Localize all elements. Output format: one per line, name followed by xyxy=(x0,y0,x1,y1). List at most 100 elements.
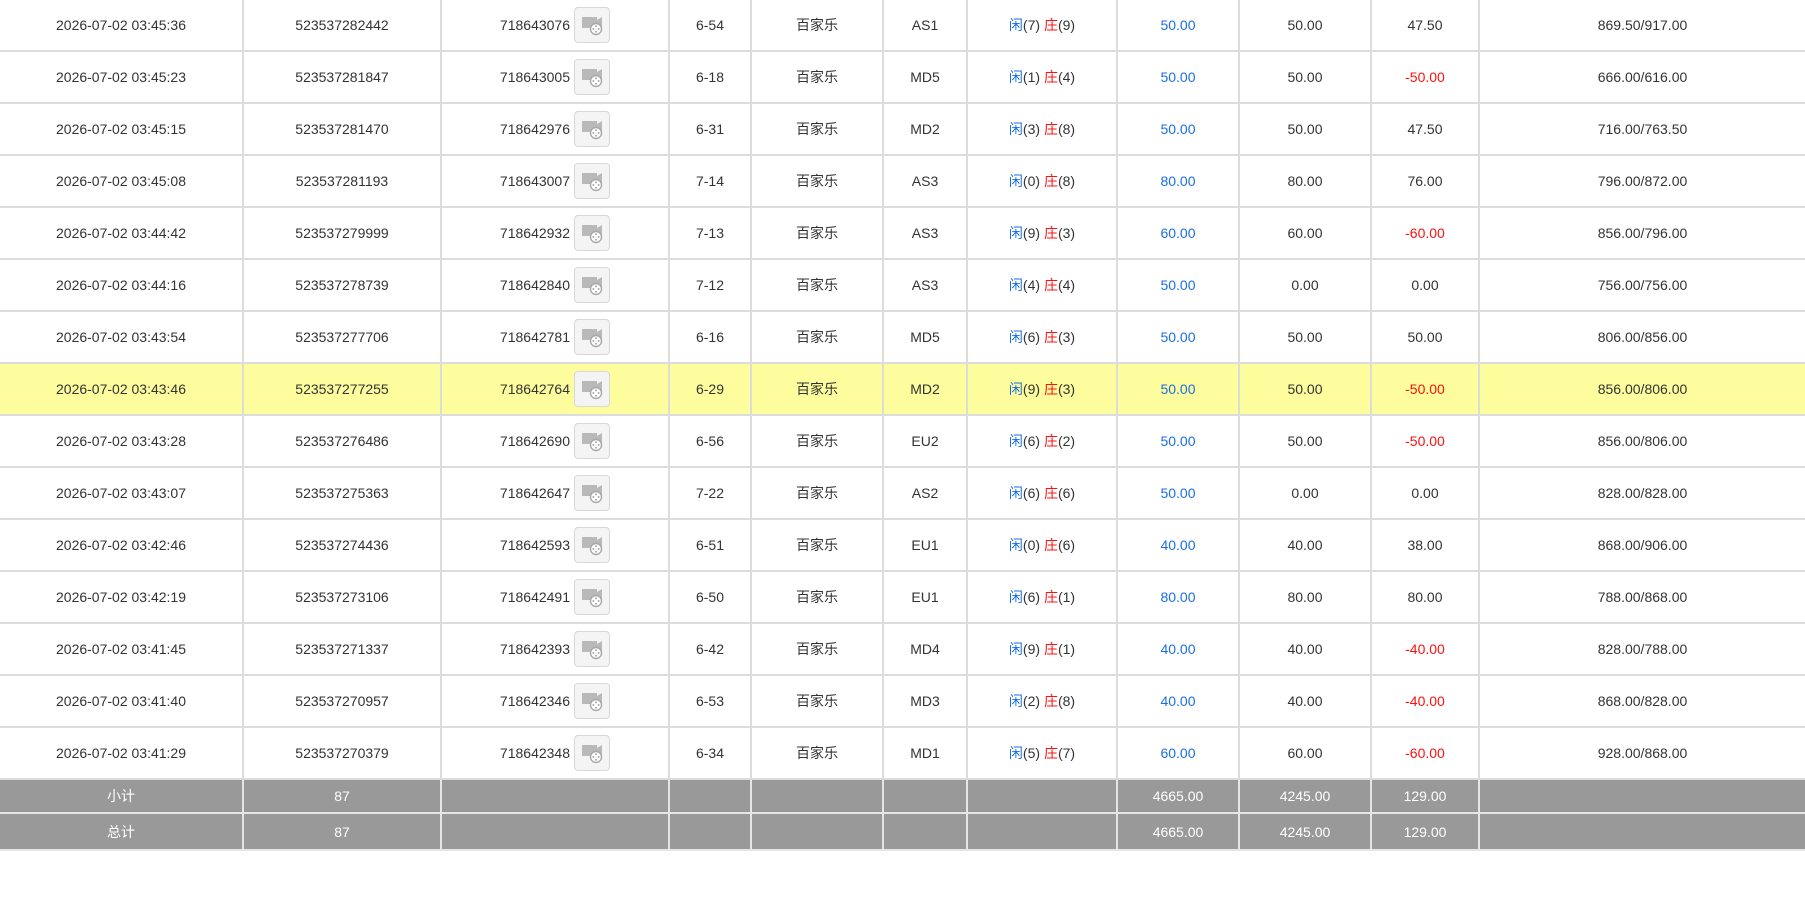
banker-points: (4) xyxy=(1057,277,1076,293)
total-bet-amount: 4665.00 xyxy=(1116,812,1240,851)
table-row: 2026-07-02 03:42:19 523537273106 7186424… xyxy=(0,570,1805,624)
balance-before-after: 796.00/872.00 xyxy=(1478,154,1805,208)
game-name: 百家乐 xyxy=(750,154,884,208)
table-row: 2026-07-02 03:42:46 523537274436 7186425… xyxy=(0,518,1805,572)
video-replay-icon[interactable] xyxy=(574,527,610,563)
win-loss: 47.50 xyxy=(1370,0,1480,52)
video-replay-icon[interactable] xyxy=(574,371,610,407)
banker-label: 庄 xyxy=(1043,589,1058,605)
win-loss: 47.50 xyxy=(1370,102,1480,156)
video-replay-icon[interactable] xyxy=(574,267,610,303)
player-points: (9) xyxy=(1022,641,1041,657)
shoe-round: 7-12 xyxy=(668,258,752,312)
round-cell: 718642346 xyxy=(440,674,670,728)
bet-id: 523537281193 xyxy=(242,154,442,208)
game-name: 百家乐 xyxy=(750,0,884,52)
bet-id: 523537276486 xyxy=(242,414,442,468)
video-replay-icon[interactable] xyxy=(574,475,610,511)
win-loss: 0.00 xyxy=(1370,466,1480,520)
table-row: 2026-07-02 03:43:46 523537277255 7186427… xyxy=(0,362,1805,416)
valid-bet: 50.00 xyxy=(1238,102,1372,156)
table-code: AS3 xyxy=(882,206,968,260)
player-label: 闲 xyxy=(1008,693,1023,709)
video-replay-icon[interactable] xyxy=(574,319,610,355)
bet-time: 2026-07-02 03:45:36 xyxy=(0,0,244,52)
bet-time: 2026-07-02 03:44:42 xyxy=(0,206,244,260)
table-code: AS3 xyxy=(882,258,968,312)
table-row: 2026-07-02 03:41:29 523537270379 7186423… xyxy=(0,726,1805,780)
win-loss: -60.00 xyxy=(1370,726,1480,780)
video-replay-icon[interactable] xyxy=(574,7,610,43)
player-points: (9) xyxy=(1022,225,1041,241)
banker-label: 庄 xyxy=(1043,381,1058,397)
win-loss: -40.00 xyxy=(1370,674,1480,728)
round-id: 718642781 xyxy=(499,329,570,345)
player-points: (1) xyxy=(1022,69,1041,85)
player-label: 闲 xyxy=(1008,173,1023,189)
video-replay-icon[interactable] xyxy=(574,631,610,667)
game-name: 百家乐 xyxy=(750,518,884,572)
banker-points: (1) xyxy=(1057,589,1076,605)
video-replay-icon[interactable] xyxy=(574,683,610,719)
player-label: 闲 xyxy=(1008,537,1023,553)
win-loss: -50.00 xyxy=(1370,362,1480,416)
game-result: 闲(2) 庄(8) xyxy=(966,674,1118,728)
shoe-round: 6-56 xyxy=(668,414,752,468)
balance-before-after: 856.00/806.00 xyxy=(1478,414,1805,468)
player-label: 闲 xyxy=(1008,433,1023,449)
game-name: 百家乐 xyxy=(750,258,884,312)
banker-points: (3) xyxy=(1057,225,1076,241)
win-loss: -40.00 xyxy=(1370,622,1480,676)
bet-time: 2026-07-02 03:43:46 xyxy=(0,362,244,416)
valid-bet: 40.00 xyxy=(1238,674,1372,728)
shoe-round: 7-13 xyxy=(668,206,752,260)
valid-bet: 50.00 xyxy=(1238,414,1372,468)
table-row: 2026-07-02 03:41:45 523537271337 7186423… xyxy=(0,622,1805,676)
video-replay-icon[interactable] xyxy=(574,423,610,459)
round-cell: 718642976 xyxy=(440,102,670,156)
shoe-round: 6-31 xyxy=(668,102,752,156)
total-win-loss: 129.00 xyxy=(1370,812,1480,851)
game-result: 闲(9) 庄(1) xyxy=(966,622,1118,676)
balance-before-after: 856.00/806.00 xyxy=(1478,362,1805,416)
bet-amount: 40.00 xyxy=(1116,674,1240,728)
banker-points: (7) xyxy=(1057,745,1076,761)
table-row: 2026-07-02 03:43:07 523537275363 7186426… xyxy=(0,466,1805,520)
banker-points: (8) xyxy=(1057,693,1076,709)
round-id: 718643007 xyxy=(499,173,570,189)
table-code: EU2 xyxy=(882,414,968,468)
valid-bet: 40.00 xyxy=(1238,622,1372,676)
game-name: 百家乐 xyxy=(750,310,884,364)
video-replay-icon[interactable] xyxy=(574,59,610,95)
shoe-round: 6-34 xyxy=(668,726,752,780)
win-loss: 50.00 xyxy=(1370,310,1480,364)
player-label: 闲 xyxy=(1008,381,1023,397)
video-replay-icon[interactable] xyxy=(574,215,610,251)
video-replay-icon[interactable] xyxy=(574,735,610,771)
game-result: 闲(6) 庄(3) xyxy=(966,310,1118,364)
round-cell: 718642348 xyxy=(440,726,670,780)
bet-amount: 40.00 xyxy=(1116,518,1240,572)
table-code: MD4 xyxy=(882,622,968,676)
banker-points: (6) xyxy=(1057,485,1076,501)
shoe-round: 6-42 xyxy=(668,622,752,676)
video-replay-icon[interactable] xyxy=(574,579,610,615)
round-cell: 718643005 xyxy=(440,50,670,104)
player-points: (0) xyxy=(1022,173,1041,189)
bet-id: 523537274436 xyxy=(242,518,442,572)
table-row: 2026-07-02 03:43:28 523537276486 7186426… xyxy=(0,414,1805,468)
bet-amount: 50.00 xyxy=(1116,310,1240,364)
table-code: AS3 xyxy=(882,154,968,208)
valid-bet: 80.00 xyxy=(1238,154,1372,208)
game-result: 闲(4) 庄(4) xyxy=(966,258,1118,312)
bet-amount: 60.00 xyxy=(1116,726,1240,780)
table-row: 2026-07-02 03:44:42 523537279999 7186429… xyxy=(0,206,1805,260)
game-result: 闲(6) 庄(2) xyxy=(966,414,1118,468)
round-id: 718642346 xyxy=(499,693,570,709)
table-row: 2026-07-02 03:43:54 523537277706 7186427… xyxy=(0,310,1805,364)
video-replay-icon[interactable] xyxy=(574,163,610,199)
banker-points: (1) xyxy=(1057,641,1076,657)
valid-bet: 50.00 xyxy=(1238,0,1372,52)
table-code: MD3 xyxy=(882,674,968,728)
video-replay-icon[interactable] xyxy=(574,111,610,147)
